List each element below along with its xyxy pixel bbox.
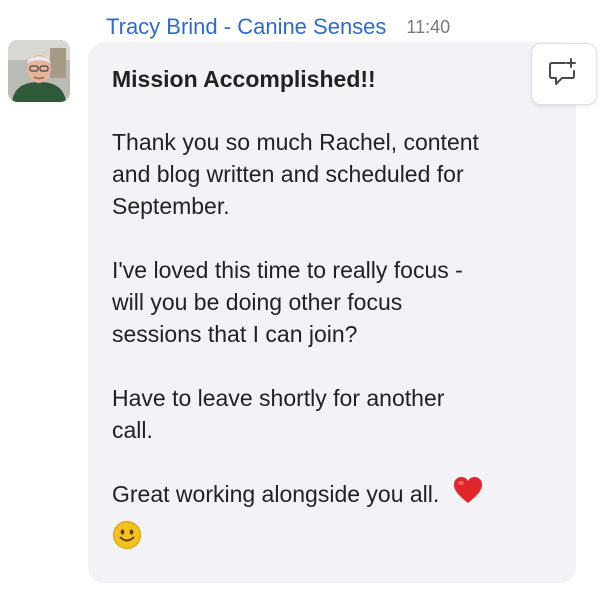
message-line-text: Great working alongside you all. bbox=[112, 481, 440, 508]
message-line: I've loved this time to really focus - bbox=[112, 257, 463, 283]
message-line: Great working alongside you all. bbox=[112, 476, 552, 514]
message-line: September. bbox=[112, 193, 230, 219]
message-paragraph: Great working alongside you all. bbox=[112, 476, 552, 552]
message-bubble: Mission Accomplished!! Thank you so much… bbox=[88, 42, 576, 583]
avatar[interactable] bbox=[8, 40, 70, 102]
chat-message: Tracy Brind - Canine Senses 11:40 Missio… bbox=[0, 0, 600, 610]
smiling-face-emoji-icon bbox=[112, 520, 142, 558]
message-line: Have to leave shortly for another bbox=[112, 385, 445, 411]
message-line: Thank you so much Rachel, content bbox=[112, 129, 479, 155]
sender-name[interactable]: Tracy Brind - Canine Senses bbox=[106, 14, 386, 40]
message-header: Tracy Brind - Canine Senses 11:40 bbox=[106, 12, 450, 42]
message-timestamp: 11:40 bbox=[406, 16, 451, 37]
comment-plus-icon bbox=[548, 57, 580, 92]
message-line: and blog written and scheduled for bbox=[112, 161, 464, 187]
avatar-photo bbox=[8, 40, 70, 102]
message-paragraph: Thank you so much Rachel, content and bl… bbox=[112, 126, 552, 222]
heart-emoji-icon bbox=[453, 476, 483, 512]
message-paragraph: I've loved this time to really focus - w… bbox=[112, 254, 552, 350]
message-heading: Mission Accomplished!! bbox=[112, 66, 376, 92]
message-line: sessions that I can join? bbox=[112, 321, 358, 347]
reply-in-thread-button[interactable] bbox=[531, 43, 597, 105]
message-line: call. bbox=[112, 417, 153, 443]
emoji-line bbox=[112, 514, 552, 552]
message-line: will you be doing other focus bbox=[112, 289, 403, 315]
message-paragraph: Have to leave shortly for another call. bbox=[112, 382, 552, 446]
